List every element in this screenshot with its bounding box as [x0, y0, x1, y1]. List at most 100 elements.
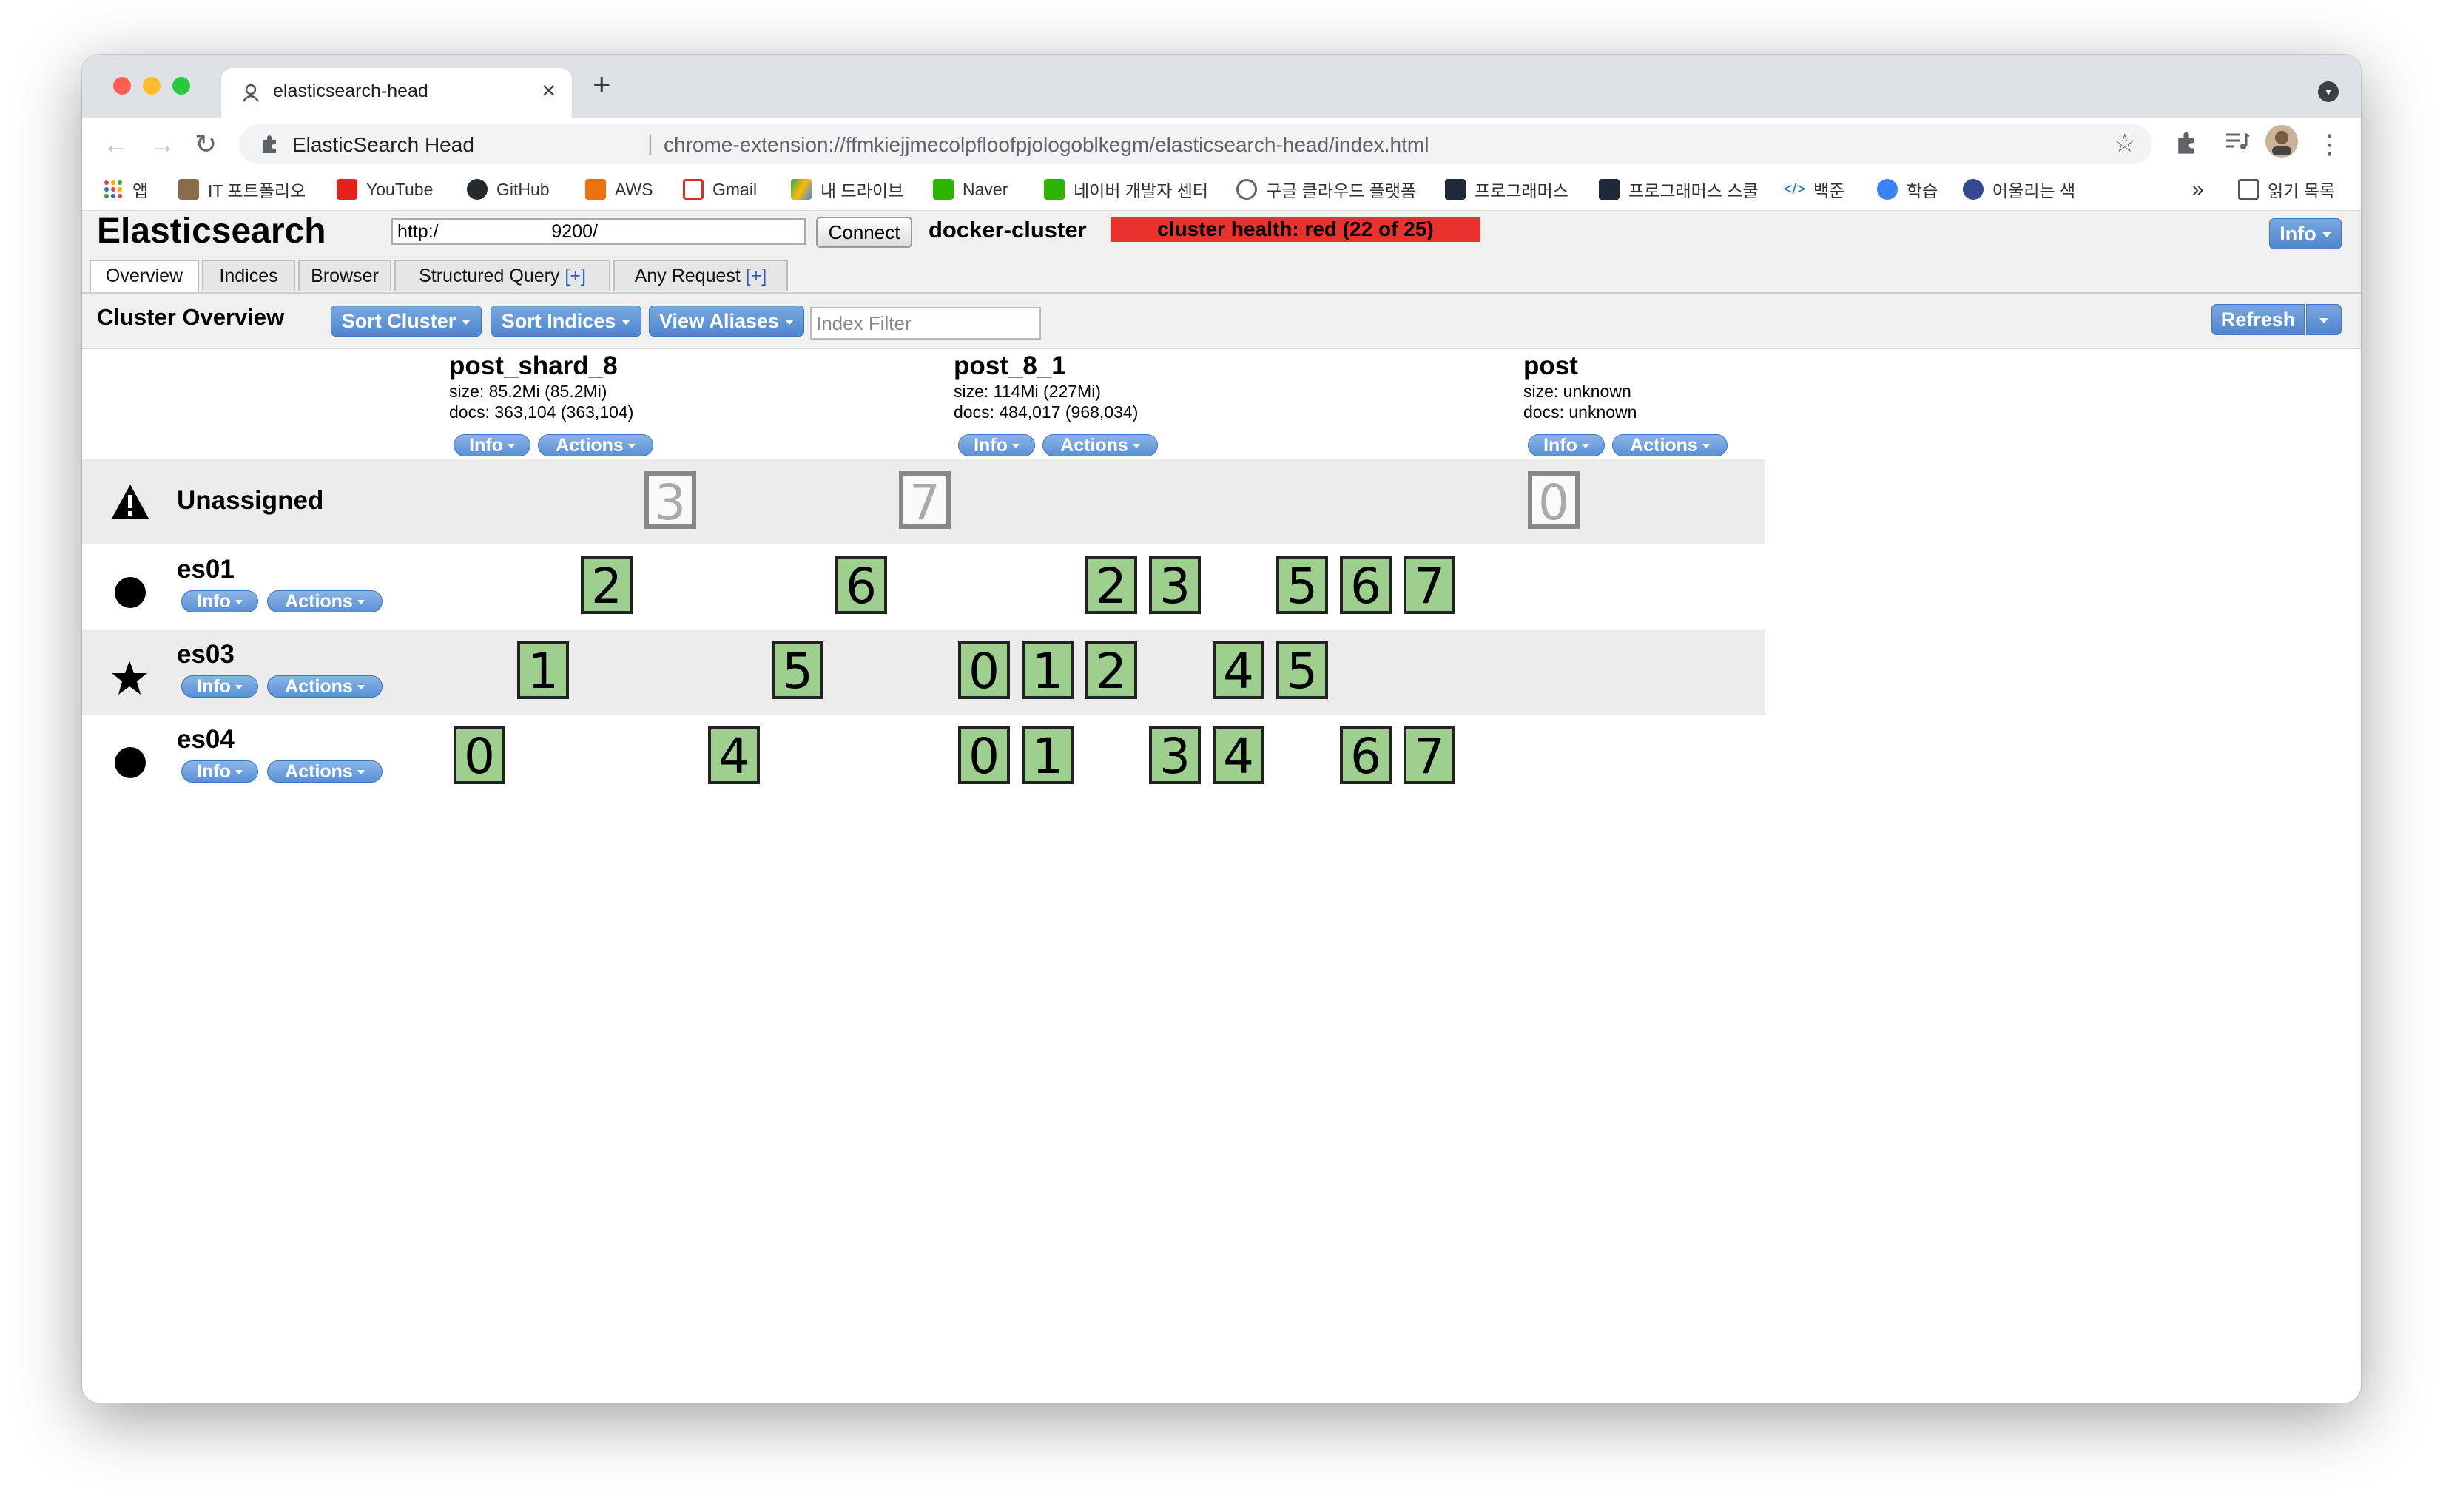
- node-info-button[interactable]: Info: [181, 760, 258, 783]
- sort-cluster-button[interactable]: Sort Cluster: [331, 306, 482, 337]
- bookmark-star-icon[interactable]: ☆: [2114, 129, 2136, 158]
- cluster-name: docker-cluster: [929, 217, 1087, 243]
- bookmark-google-cloud[interactable]: 구글 클라우드 플랫폼: [1236, 176, 1416, 203]
- forward-arrow-icon[interactable]: →: [149, 129, 175, 160]
- info-menu-button[interactable]: Info: [2269, 218, 2342, 249]
- shard-box[interactable]: 2: [581, 556, 633, 614]
- chevron-down-icon: [627, 444, 636, 449]
- bookmark-naver[interactable]: Naver: [933, 176, 1008, 203]
- back-arrow-icon[interactable]: ←: [103, 129, 129, 160]
- node-info-button[interactable]: Info: [181, 675, 258, 698]
- index-actions-button[interactable]: Actions: [1042, 434, 1158, 456]
- index-header: post size: unknown docs: unknown: [1523, 351, 1637, 422]
- index-info-button[interactable]: Info: [958, 434, 1035, 456]
- profile-avatar[interactable]: [2265, 124, 2299, 158]
- code-icon: </>: [1784, 179, 1805, 200]
- node-name[interactable]: es01: [177, 555, 235, 584]
- refresh-button[interactable]: Refresh: [2211, 304, 2305, 335]
- shard-box[interactable]: 5: [1276, 556, 1328, 614]
- shard-box[interactable]: 3: [1149, 556, 1201, 614]
- browser-tab-active[interactable]: elasticsearch-head ×: [221, 68, 572, 118]
- bookmark-apps[interactable]: 앱: [103, 176, 148, 203]
- bookmark-youtube[interactable]: YouTube: [337, 176, 433, 203]
- shard-box[interactable]: 4: [1213, 726, 1264, 784]
- bookmark-naver-developers[interactable]: 네이버 개발자 센터: [1044, 176, 1208, 203]
- shard-box[interactable]: 0: [958, 641, 1010, 699]
- tab-close-icon[interactable]: ×: [542, 77, 556, 104]
- index-info-button[interactable]: Info: [454, 434, 530, 456]
- shard-box[interactable]: 1: [1022, 641, 1074, 699]
- bookmark-github[interactable]: GitHub: [467, 176, 550, 203]
- button-label: Actions: [1060, 435, 1128, 456]
- bookmark-study[interactable]: 학습: [1877, 176, 1938, 203]
- bookmark-programmers[interactable]: 프로그래머스: [1445, 176, 1568, 203]
- address-bar[interactable]: ElasticSearch Head | chrome-extension://…: [239, 124, 2152, 164]
- shard-box[interactable]: 6: [835, 556, 887, 614]
- sort-indices-button[interactable]: Sort Indices: [491, 306, 641, 337]
- index-filter-input[interactable]: [810, 307, 1041, 340]
- color-icon: [1963, 179, 1984, 200]
- reload-icon[interactable]: ↻: [195, 129, 217, 160]
- index-actions-button[interactable]: Actions: [1612, 434, 1728, 456]
- bookmark-programmers-school[interactable]: 프로그래머스 스쿨: [1599, 176, 1759, 203]
- node-actions-button[interactable]: Actions: [267, 675, 383, 698]
- shard-box[interactable]: 2: [1085, 641, 1137, 699]
- page-title: Elasticsearch: [97, 212, 326, 251]
- tab-browser[interactable]: Browser: [298, 260, 391, 291]
- connect-button[interactable]: Connect: [816, 217, 912, 248]
- shard-box[interactable]: 6: [1340, 556, 1392, 614]
- node-name[interactable]: es03: [177, 640, 235, 669]
- minimize-window-button[interactable]: [143, 77, 161, 95]
- bookmark-it-portfolio[interactable]: IT 포트폴리오: [178, 176, 306, 203]
- extensions-icon[interactable]: [2173, 129, 2200, 155]
- connection-url-input[interactable]: [391, 218, 806, 245]
- node-actions-button[interactable]: Actions: [267, 760, 383, 783]
- unassigned-shard[interactable]: 3: [644, 471, 696, 530]
- index-actions-button[interactable]: Actions: [538, 434, 653, 456]
- node-name[interactable]: es04: [177, 725, 235, 755]
- bookmark-baekjoon[interactable]: </> 백준: [1784, 176, 1844, 203]
- bookmark-google-drive[interactable]: 내 드라이브: [791, 176, 903, 203]
- new-tab-button[interactable]: +: [593, 67, 611, 102]
- shard-box[interactable]: 0: [454, 726, 505, 784]
- shard-box[interactable]: 7: [1404, 556, 1455, 614]
- tab-search-icon[interactable]: ▾: [2318, 81, 2339, 102]
- node-actions-button[interactable]: Actions: [267, 590, 383, 612]
- shard-box[interactable]: 5: [772, 641, 823, 699]
- tab-overview[interactable]: Overview: [90, 260, 199, 292]
- tab-plus: [+]: [565, 266, 586, 286]
- shard-box[interactable]: 6: [1340, 726, 1392, 784]
- bookmark-aws[interactable]: AWS: [585, 176, 653, 203]
- view-aliases-button[interactable]: View Aliases: [649, 306, 804, 337]
- shard-box[interactable]: 5: [1276, 641, 1328, 699]
- shard-box[interactable]: 4: [708, 726, 760, 784]
- kebab-menu-icon[interactable]: ⋮: [2316, 129, 2343, 160]
- shard-box[interactable]: 0: [958, 726, 1010, 784]
- node-info-button[interactable]: Info: [181, 590, 258, 612]
- unassigned-shard[interactable]: 7: [899, 471, 951, 530]
- shard-box[interactable]: 4: [1213, 641, 1264, 699]
- naver-developers-icon: [1044, 179, 1065, 200]
- index-info-button[interactable]: Info: [1528, 434, 1605, 456]
- tab-structured-query[interactable]: Structured Query [+]: [394, 260, 610, 291]
- refresh-options-button[interactable]: [2306, 304, 2342, 335]
- tab-indices[interactable]: Indices: [202, 260, 295, 291]
- youtube-icon: [337, 179, 357, 200]
- bookmark-label: 프로그래머스: [1475, 181, 1568, 200]
- close-window-button[interactable]: [113, 77, 131, 95]
- shard-box[interactable]: 1: [517, 641, 569, 699]
- reading-list[interactable]: 읽기 목록: [2238, 176, 2335, 203]
- unassigned-shard[interactable]: 0: [1528, 471, 1580, 530]
- tab-any-request[interactable]: Any Request [+]: [613, 260, 788, 291]
- url-text[interactable]: chrome-extension://ffmkiejjmecolpfloofpj…: [664, 133, 1429, 157]
- media-control-icon[interactable]: [2223, 129, 2250, 155]
- shard-box[interactable]: 7: [1404, 726, 1455, 784]
- bookmark-label: 네이버 개발자 센터: [1074, 181, 1209, 200]
- bookmark-gmail[interactable]: Gmail: [683, 176, 757, 203]
- shard-box[interactable]: 1: [1022, 726, 1074, 784]
- more-bookmarks-icon[interactable]: »: [2192, 176, 2204, 203]
- shard-box[interactable]: 3: [1149, 726, 1201, 784]
- shard-box[interactable]: 2: [1085, 556, 1137, 614]
- bookmark-matching-colors[interactable]: 어울리는 색: [1963, 176, 2075, 203]
- maximize-window-button[interactable]: [172, 77, 190, 95]
